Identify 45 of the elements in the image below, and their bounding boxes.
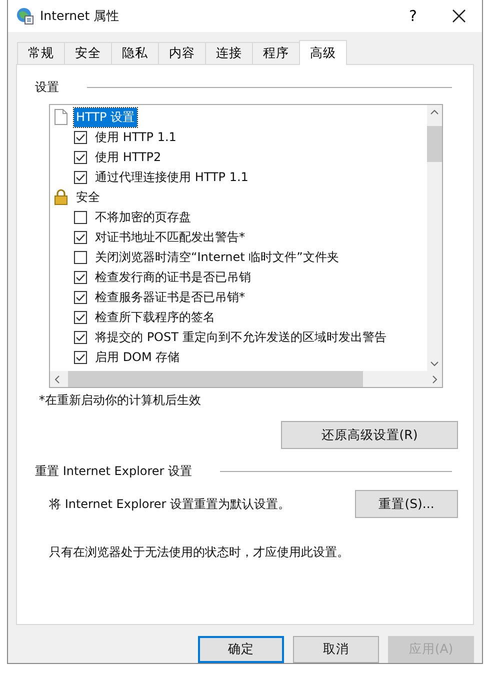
group-label[interactable]: 安全 xyxy=(74,188,102,206)
checkbox[interactable] xyxy=(74,270,87,284)
horizontal-scrollbar[interactable] xyxy=(50,371,442,387)
option-label: 将提交的 POST 重定向到不允许发送的区域时发出警告 xyxy=(95,328,386,346)
checkbox[interactable] xyxy=(74,230,87,244)
help-button[interactable]: ? xyxy=(390,0,436,32)
option-label: 检查所下载程序的签名 xyxy=(95,308,215,326)
section-title: 设置 xyxy=(35,79,59,96)
checkbox[interactable] xyxy=(74,350,87,364)
option-label: 对证书地址不匹配发出警告* xyxy=(95,228,245,246)
lock-icon xyxy=(54,189,68,205)
restore-button[interactable]: 还原高级设置(R) xyxy=(281,421,458,449)
option-label: 使用 HTTP2 xyxy=(95,148,162,166)
footnote: *在重新启动你的计算机后生效 xyxy=(39,392,202,409)
option-label: 使用 HTTP 1.1 xyxy=(95,128,176,146)
option-label: 通过代理连接使用 HTTP 1.1 xyxy=(95,168,248,186)
page-icon xyxy=(54,109,68,125)
checkbox[interactable] xyxy=(74,150,87,164)
globe-icon xyxy=(16,7,34,25)
checkbox[interactable] xyxy=(74,170,87,184)
checkbox[interactable] xyxy=(74,330,87,344)
checkbox[interactable] xyxy=(74,210,87,224)
tab[interactable]: 常规 xyxy=(17,42,65,64)
group-label[interactable]: HTTP 设置 xyxy=(74,108,137,126)
tab[interactable]: 高级 xyxy=(299,40,347,65)
option-label: 检查服务器证书是否已吊销* xyxy=(95,288,245,306)
option-label: 关闭浏览器时清空“Internet 临时文件”文件夹 xyxy=(95,248,339,266)
option-label: 检查发行商的证书是否已吊销 xyxy=(95,268,251,286)
checkbox[interactable] xyxy=(74,250,87,264)
section-title: 重置 Internet Explorer 设置 xyxy=(35,463,192,480)
checkbox[interactable] xyxy=(74,310,87,324)
checkbox[interactable] xyxy=(74,130,87,144)
checkbox[interactable] xyxy=(74,290,87,304)
option-label: 启用 DOM 存储 xyxy=(95,348,180,366)
option-label: 不将加密的页存盘 xyxy=(95,208,191,226)
scroll-thumb[interactable] xyxy=(427,126,442,162)
dialog-button[interactable]: 确定 xyxy=(198,636,284,663)
close-icon xyxy=(452,9,466,23)
scroll-thumb[interactable] xyxy=(68,371,363,387)
reset-button[interactable]: 重置(S)... xyxy=(355,490,458,518)
vertical-scrollbar[interactable] xyxy=(427,105,442,371)
window-title: Internet 属性 xyxy=(40,8,120,24)
description-text: 将 Internet Explorer 设置重置为默认设置。 xyxy=(49,496,290,512)
dialog-button[interactable]: 取消 xyxy=(293,636,379,663)
note-text: 只有在浏览器处于无法使用的状态时，才应使用此设置。 xyxy=(49,544,350,561)
